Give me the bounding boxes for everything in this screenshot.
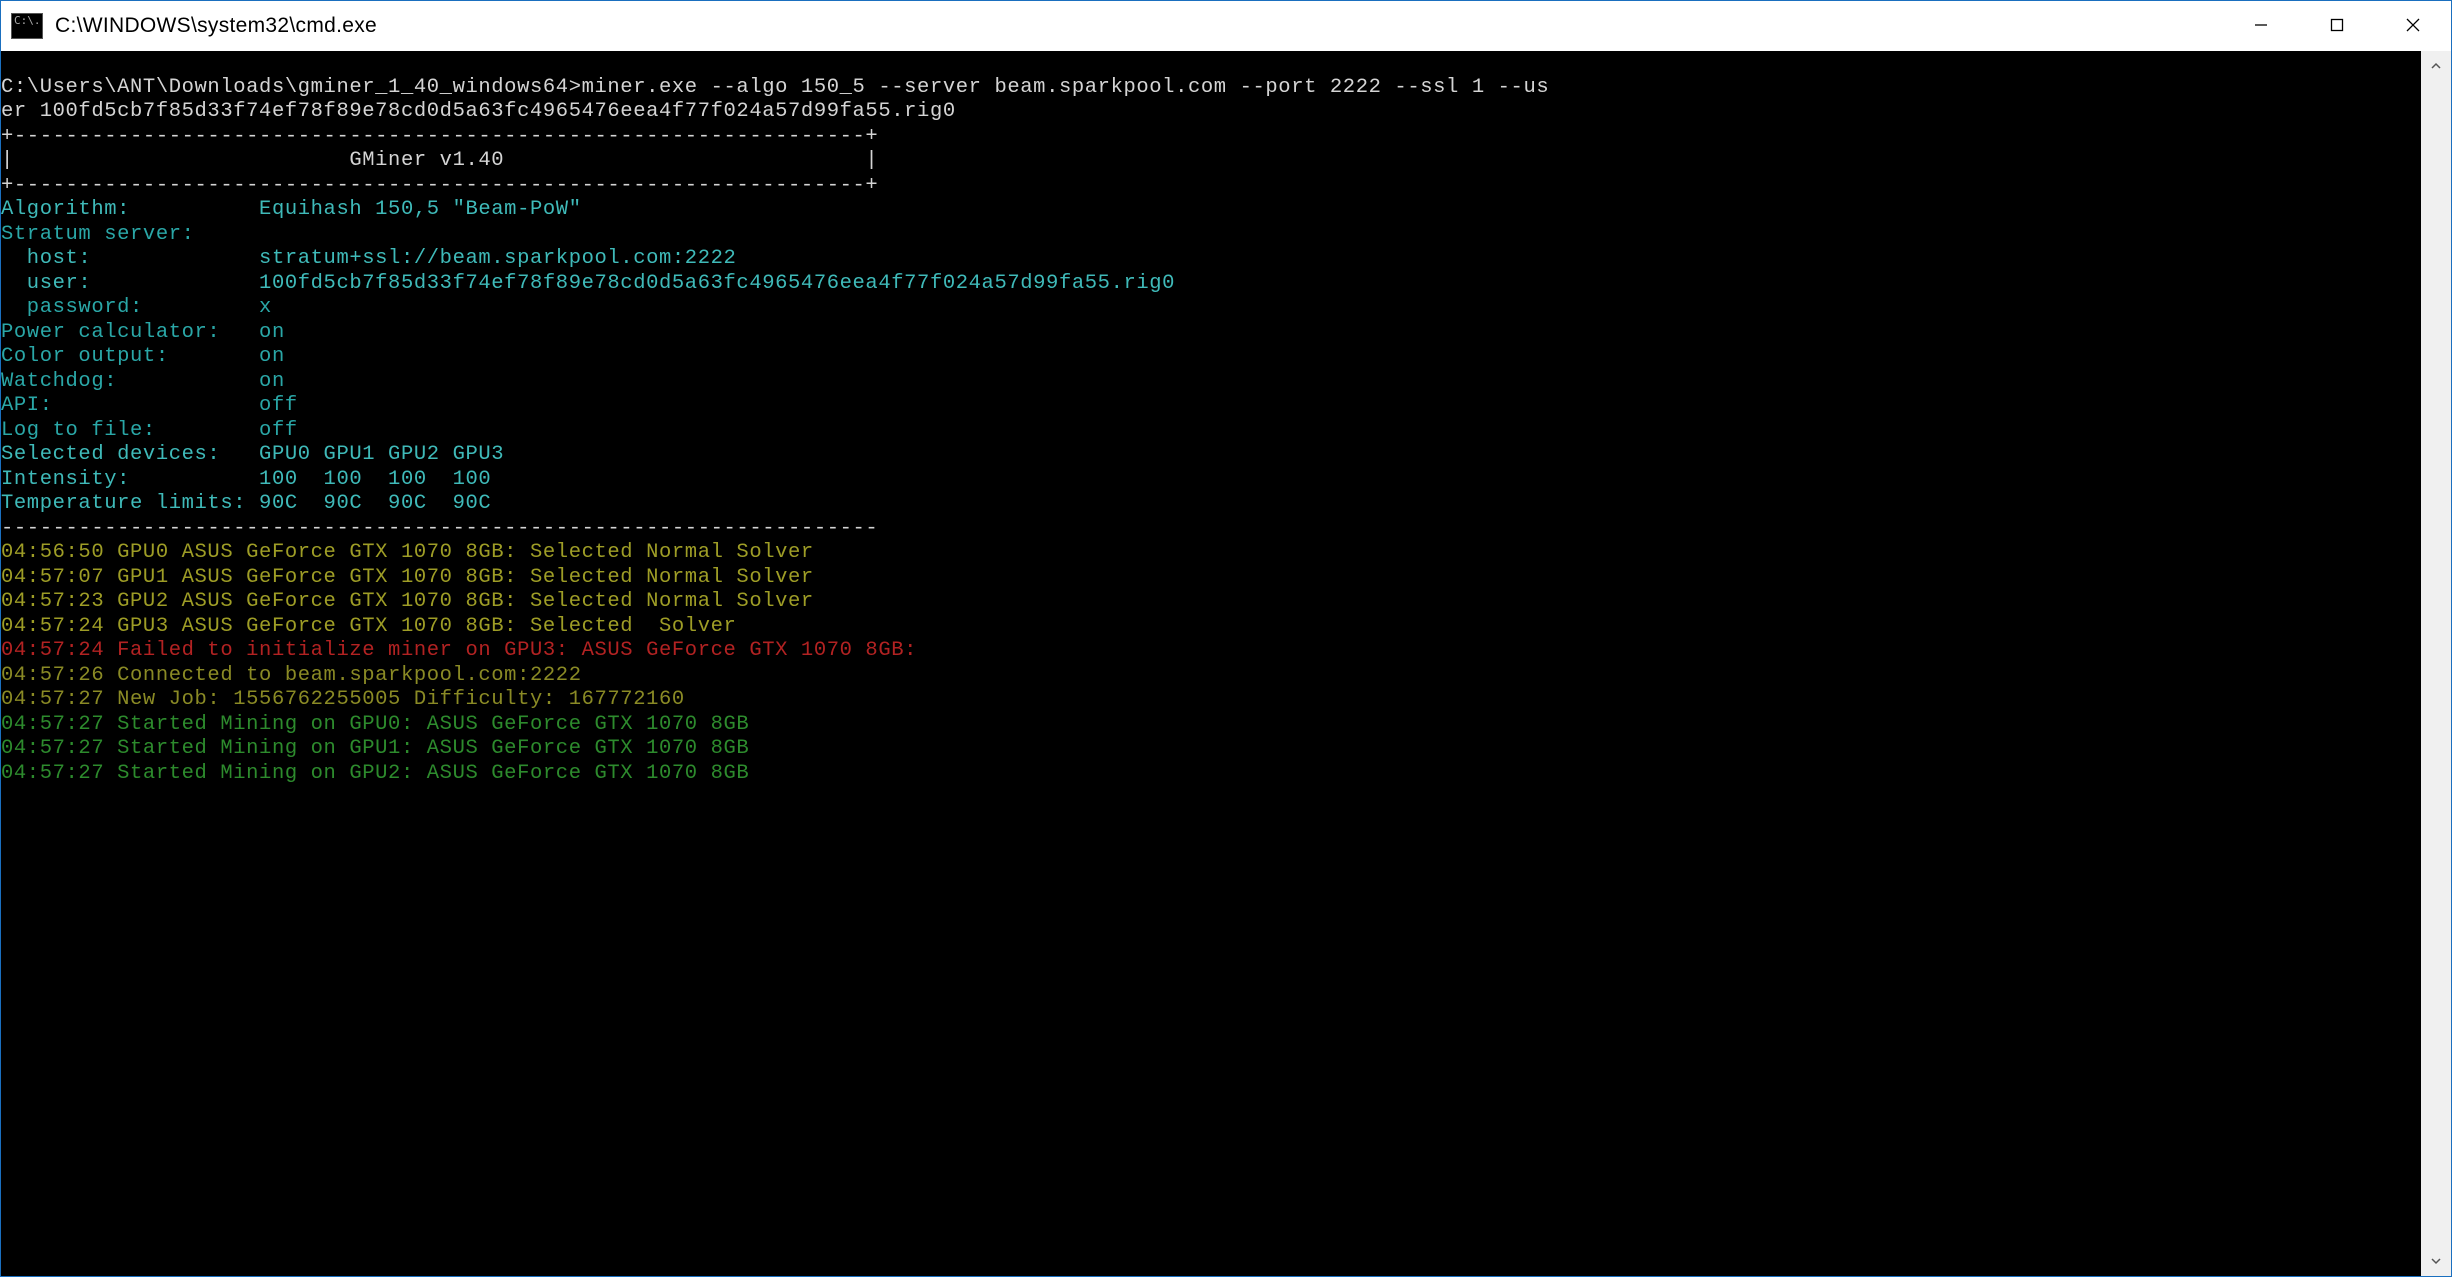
log-line-4: 04:57:24 GPU3 ASUS GeForce GTX 1070 8GB:… [1, 615, 736, 638]
cfg-intensity: Intensity: 100 100 100 100 [1, 468, 491, 491]
vertical-scrollbar[interactable] [2421, 51, 2451, 1276]
scroll-up-button[interactable] [2421, 51, 2451, 81]
cmd-icon: C:\. [11, 13, 43, 39]
cfg-password: password: x [1, 296, 272, 319]
header-title: | GMiner v1.40 | [1, 149, 878, 172]
cfg-algorithm: Algorithm: Equihash 150,5 "Beam-PoW" [1, 198, 582, 221]
scroll-down-button[interactable] [2421, 1246, 2451, 1276]
window-buttons [2223, 1, 2451, 51]
cfg-stratum-header: Stratum server: [1, 223, 195, 246]
cmd-text-1: miner.exe --algo 150_5 --server beam.spa… [582, 76, 1550, 99]
header-border-top: +---------------------------------------… [1, 125, 878, 148]
close-icon [2404, 16, 2422, 34]
cfg-divider: ----------------------------------------… [1, 517, 878, 540]
close-button[interactable] [2375, 1, 2451, 48]
minimize-button[interactable] [2223, 1, 2299, 48]
window-title: C:\WINDOWS\system32\cmd.exe [55, 14, 377, 38]
log-line-10: 04:57:27 Started Mining on GPU2: ASUS Ge… [1, 762, 749, 785]
log-line-7: 04:57:27 New Job: 1556762255005 Difficul… [1, 688, 685, 711]
cfg-log-to-file: Log to file: off [1, 419, 298, 442]
header-border-bot: +---------------------------------------… [1, 174, 878, 197]
cfg-host: host: stratum+ssl://beam.sparkpool.com:2… [1, 247, 736, 270]
prompt: C:\Users\ANT\Downloads\gminer_1_40_windo… [1, 76, 582, 99]
cfg-power-calc: Power calculator: on [1, 321, 285, 344]
command-line: C:\Users\ANT\Downloads\gminer_1_40_windo… [1, 76, 1549, 99]
maximize-button[interactable] [2299, 1, 2375, 48]
log-line-9: 04:57:27 Started Mining on GPU1: ASUS Ge… [1, 737, 749, 760]
minimize-icon [2253, 17, 2269, 33]
scrollbar-track[interactable] [2421, 81, 2451, 1246]
cmd-text-2: er 100fd5cb7f85d33f74ef78f89e78cd0d5a63f… [1, 100, 956, 123]
titlebar[interactable]: C:\. C:\WINDOWS\system32\cmd.exe [1, 1, 2451, 51]
cmd-window: C:\. C:\WINDOWS\system32\cmd.exe C:\User… [0, 0, 2452, 1277]
log-line-8: 04:57:27 Started Mining on GPU0: ASUS Ge… [1, 713, 749, 736]
maximize-icon [2329, 17, 2345, 33]
console-output[interactable]: C:\Users\ANT\Downloads\gminer_1_40_windo… [1, 51, 2421, 1276]
log-line-6: 04:57:26 Connected to beam.sparkpool.com… [1, 664, 582, 687]
cfg-watchdog: Watchdog: on [1, 370, 285, 393]
log-line-1: 04:56:50 GPU0 ASUS GeForce GTX 1070 8GB:… [1, 541, 814, 564]
cfg-api: API: off [1, 394, 298, 417]
log-line-2: 04:57:07 GPU1 ASUS GeForce GTX 1070 8GB:… [1, 566, 814, 589]
chevron-up-icon [2430, 60, 2442, 72]
cfg-temp-limits: Temperature limits: 90C 90C 90C 90C [1, 492, 491, 515]
cfg-selected-devices: Selected devices: GPU0 GPU1 GPU2 GPU3 [1, 443, 504, 466]
chevron-down-icon [2430, 1255, 2442, 1267]
cfg-color-output: Color output: on [1, 345, 285, 368]
cfg-user: user: 100fd5cb7f85d33f74ef78f89e78cd0d5a… [1, 272, 1175, 295]
log-line-3: 04:57:23 GPU2 ASUS GeForce GTX 1070 8GB:… [1, 590, 814, 613]
log-line-5: 04:57:24 Failed to initialize miner on G… [1, 639, 917, 662]
